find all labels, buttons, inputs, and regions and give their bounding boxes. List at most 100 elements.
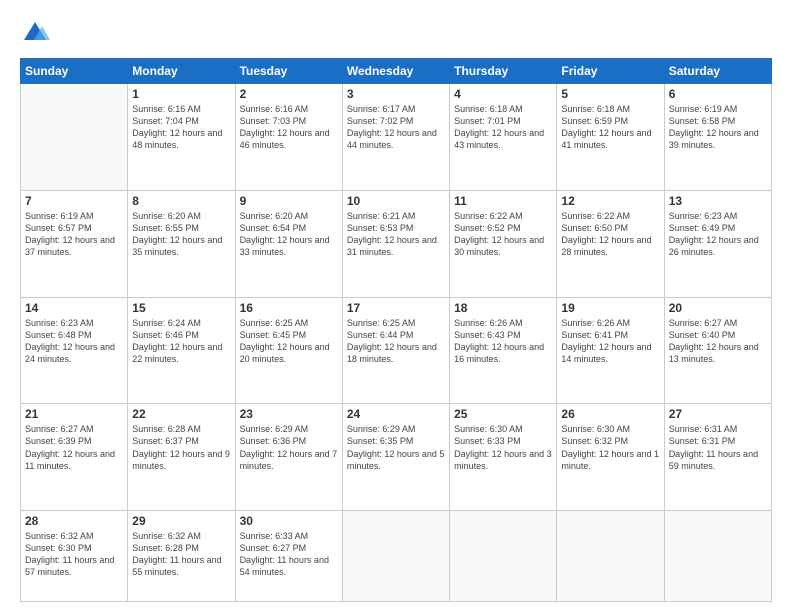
- calendar-cell: 16 Sunrise: 6:25 AM Sunset: 6:45 PM Dayli…: [235, 297, 342, 404]
- calendar-cell: 17 Sunrise: 6:25 AM Sunset: 6:44 PM Dayli…: [342, 297, 449, 404]
- calendar-cell: [21, 84, 128, 191]
- day-number: 8: [132, 194, 230, 208]
- weekday-header: Thursday: [450, 59, 557, 84]
- day-info: Sunrise: 6:23 AM Sunset: 6:49 PM Dayligh…: [669, 210, 767, 259]
- calendar-cell: 28 Sunrise: 6:32 AM Sunset: 6:30 PM Dayli…: [21, 511, 128, 602]
- calendar-week-row: 7Sunrise: 6:19 AM Sunset: 6:57 PM Daylig…: [21, 190, 772, 297]
- day-number: 18: [454, 301, 552, 315]
- day-number: 30: [240, 514, 338, 528]
- day-info: Sunrise: 6:22 AM Sunset: 6:50 PM Dayligh…: [561, 210, 659, 259]
- day-number: 6: [669, 87, 767, 101]
- day-info: Sunrise: 6:24 AM Sunset: 6:46 PM Dayligh…: [132, 317, 230, 366]
- day-number: 26: [561, 407, 659, 421]
- day-number: 17: [347, 301, 445, 315]
- day-info: Sunrise: 6:20 AM Sunset: 6:55 PM Dayligh…: [132, 210, 230, 259]
- day-number: 15: [132, 301, 230, 315]
- calendar-cell: 9Sunrise: 6:20 AM Sunset: 6:54 PM Daylig…: [235, 190, 342, 297]
- weekday-header: Sunday: [21, 59, 128, 84]
- calendar-cell: 29 Sunrise: 6:32 AM Sunset: 6:28 PM Dayli…: [128, 511, 235, 602]
- day-info: Sunrise: 6:23 AM Sunset: 6:48 PM Dayligh…: [25, 317, 123, 366]
- calendar-cell: 21 Sunrise: 6:27 AM Sunset: 6:39 PM Dayli…: [21, 404, 128, 511]
- day-info: Sunrise: 6:22 AM Sunset: 6:52 PM Dayligh…: [454, 210, 552, 259]
- calendar-cell: 1 Sunrise: 6:16 AM Sunset: 7:04 PM Daylig…: [128, 84, 235, 191]
- weekday-header: Tuesday: [235, 59, 342, 84]
- day-number: 21: [25, 407, 123, 421]
- header: [20, 18, 772, 48]
- day-info: Sunrise: 6:27 AM Sunset: 6:39 PM Dayligh…: [25, 423, 123, 472]
- day-number: 27: [669, 407, 767, 421]
- day-number: 28: [25, 514, 123, 528]
- day-number: 24: [347, 407, 445, 421]
- calendar-week-row: 21 Sunrise: 6:27 AM Sunset: 6:39 PM Dayli…: [21, 404, 772, 511]
- logo: [20, 18, 54, 48]
- day-info: Sunrise: 6:32 AM Sunset: 6:28 PM Dayligh…: [132, 530, 230, 579]
- day-info: Sunrise: 6:17 AM Sunset: 7:02 PM Dayligh…: [347, 103, 445, 152]
- calendar-cell: 15 Sunrise: 6:24 AM Sunset: 6:46 PM Dayli…: [128, 297, 235, 404]
- day-info: Sunrise: 6:25 AM Sunset: 6:44 PM Dayligh…: [347, 317, 445, 366]
- day-number: 25: [454, 407, 552, 421]
- day-info: Sunrise: 6:19 AM Sunset: 6:57 PM Dayligh…: [25, 210, 123, 259]
- weekday-header: Wednesday: [342, 59, 449, 84]
- day-number: 9: [240, 194, 338, 208]
- day-info: Sunrise: 6:32 AM Sunset: 6:30 PM Dayligh…: [25, 530, 123, 579]
- day-info: Sunrise: 6:26 AM Sunset: 6:43 PM Dayligh…: [454, 317, 552, 366]
- day-info: Sunrise: 6:25 AM Sunset: 6:45 PM Dayligh…: [240, 317, 338, 366]
- calendar-cell: 7Sunrise: 6:19 AM Sunset: 6:57 PM Daylig…: [21, 190, 128, 297]
- day-number: 10: [347, 194, 445, 208]
- day-number: 4: [454, 87, 552, 101]
- day-number: 5: [561, 87, 659, 101]
- calendar-cell: 24Sunrise: 6:29 AM Sunset: 6:35 PM Dayli…: [342, 404, 449, 511]
- weekday-header: Monday: [128, 59, 235, 84]
- weekday-header: Saturday: [664, 59, 771, 84]
- day-number: 14: [25, 301, 123, 315]
- calendar-cell: [664, 511, 771, 602]
- day-number: 22: [132, 407, 230, 421]
- day-number: 1: [132, 87, 230, 101]
- calendar-cell: [450, 511, 557, 602]
- calendar-cell: 25Sunrise: 6:30 AM Sunset: 6:33 PM Dayli…: [450, 404, 557, 511]
- calendar-week-row: 14 Sunrise: 6:23 AM Sunset: 6:48 PM Dayli…: [21, 297, 772, 404]
- day-info: Sunrise: 6:26 AM Sunset: 6:41 PM Dayligh…: [561, 317, 659, 366]
- calendar-page: SundayMondayTuesdayWednesdayThursdayFrid…: [0, 0, 792, 612]
- calendar-cell: 30 Sunrise: 6:33 AM Sunset: 6:27 PM Dayli…: [235, 511, 342, 602]
- calendar-cell: 8 Sunrise: 6:20 AM Sunset: 6:55 PM Daylig…: [128, 190, 235, 297]
- day-number: 29: [132, 514, 230, 528]
- day-info: Sunrise: 6:18 AM Sunset: 6:59 PM Dayligh…: [561, 103, 659, 152]
- day-number: 2: [240, 87, 338, 101]
- logo-icon: [20, 18, 50, 48]
- calendar-cell: 27 Sunrise: 6:31 AM Sunset: 6:31 PM Dayli…: [664, 404, 771, 511]
- calendar-cell: 2 Sunrise: 6:16 AM Sunset: 7:03 PM Daylig…: [235, 84, 342, 191]
- calendar-cell: 4Sunrise: 6:18 AM Sunset: 7:01 PM Daylig…: [450, 84, 557, 191]
- day-number: 23: [240, 407, 338, 421]
- calendar-cell: 5 Sunrise: 6:18 AM Sunset: 6:59 PM Daylig…: [557, 84, 664, 191]
- day-info: Sunrise: 6:31 AM Sunset: 6:31 PM Dayligh…: [669, 423, 767, 472]
- day-info: Sunrise: 6:21 AM Sunset: 6:53 PM Dayligh…: [347, 210, 445, 259]
- day-number: 19: [561, 301, 659, 315]
- calendar-cell: 26 Sunrise: 6:30 AM Sunset: 6:32 PM Dayli…: [557, 404, 664, 511]
- calendar-cell: [342, 511, 449, 602]
- day-info: Sunrise: 6:30 AM Sunset: 6:32 PM Dayligh…: [561, 423, 659, 472]
- day-info: Sunrise: 6:16 AM Sunset: 7:03 PM Dayligh…: [240, 103, 338, 152]
- calendar-cell: 19 Sunrise: 6:26 AM Sunset: 6:41 PM Dayli…: [557, 297, 664, 404]
- calendar-week-row: 28 Sunrise: 6:32 AM Sunset: 6:30 PM Dayli…: [21, 511, 772, 602]
- day-info: Sunrise: 6:29 AM Sunset: 6:36 PM Dayligh…: [240, 423, 338, 472]
- day-number: 16: [240, 301, 338, 315]
- day-number: 3: [347, 87, 445, 101]
- weekday-header: Friday: [557, 59, 664, 84]
- calendar-week-row: 1 Sunrise: 6:16 AM Sunset: 7:04 PM Daylig…: [21, 84, 772, 191]
- day-info: Sunrise: 6:19 AM Sunset: 6:58 PM Dayligh…: [669, 103, 767, 152]
- weekday-header-row: SundayMondayTuesdayWednesdayThursdayFrid…: [21, 59, 772, 84]
- calendar-cell: [557, 511, 664, 602]
- day-number: 11: [454, 194, 552, 208]
- day-info: Sunrise: 6:16 AM Sunset: 7:04 PM Dayligh…: [132, 103, 230, 152]
- calendar-cell: 22 Sunrise: 6:28 AM Sunset: 6:37 PM Dayli…: [128, 404, 235, 511]
- calendar-cell: 6 Sunrise: 6:19 AM Sunset: 6:58 PM Daylig…: [664, 84, 771, 191]
- calendar-cell: 20Sunrise: 6:27 AM Sunset: 6:40 PM Dayli…: [664, 297, 771, 404]
- calendar-cell: 3 Sunrise: 6:17 AM Sunset: 7:02 PM Daylig…: [342, 84, 449, 191]
- day-info: Sunrise: 6:28 AM Sunset: 6:37 PM Dayligh…: [132, 423, 230, 472]
- day-info: Sunrise: 6:33 AM Sunset: 6:27 PM Dayligh…: [240, 530, 338, 579]
- calendar-cell: 10 Sunrise: 6:21 AM Sunset: 6:53 PM Dayli…: [342, 190, 449, 297]
- calendar-cell: 11 Sunrise: 6:22 AM Sunset: 6:52 PM Dayli…: [450, 190, 557, 297]
- calendar-cell: 14 Sunrise: 6:23 AM Sunset: 6:48 PM Dayli…: [21, 297, 128, 404]
- calendar-cell: 12Sunrise: 6:22 AM Sunset: 6:50 PM Dayli…: [557, 190, 664, 297]
